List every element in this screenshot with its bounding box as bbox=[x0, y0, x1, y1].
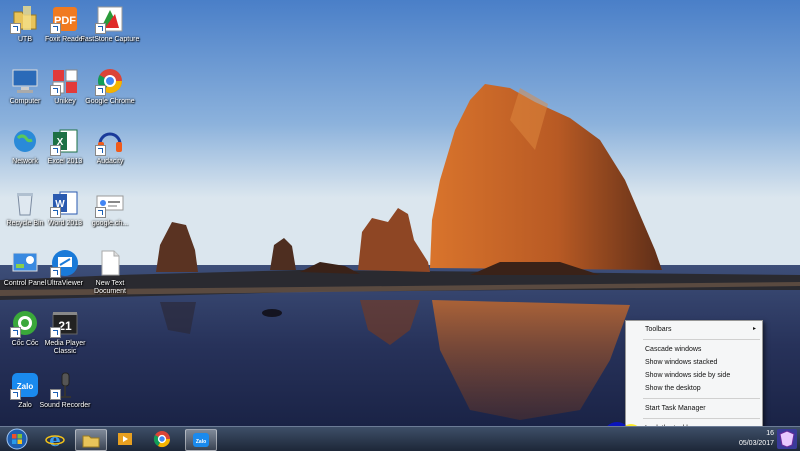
menu-item-label: Toolbars bbox=[645, 326, 672, 333]
submenu-arrow-icon: ▸ bbox=[752, 326, 756, 332]
desktop-icon-audacity[interactable]: Audacity bbox=[80, 126, 140, 166]
desktop-icon-label: New Text Document bbox=[94, 280, 126, 295]
desktop-icon-label: Media Player Classic bbox=[44, 340, 86, 355]
menu-item-label: Show windows stacked bbox=[645, 359, 718, 366]
menu-separator bbox=[643, 398, 760, 399]
shortcut-arrow-icon bbox=[95, 23, 106, 34]
audacity-icon bbox=[95, 126, 125, 156]
desktop-icon-microphone[interactable]: Sound Recorder bbox=[35, 370, 95, 410]
shortcut-arrow-icon bbox=[50, 145, 61, 156]
svg-text:e: e bbox=[49, 430, 60, 449]
taskbar-button-zalo[interactable]: Zalo bbox=[185, 429, 217, 451]
desktop-icon-label: Google Chrome bbox=[85, 98, 135, 105]
menu-item-show-windows-stacked[interactable]: Show windows stacked bbox=[626, 356, 762, 369]
desktop-icon-faststone-capture[interactable]: FastStone Capture bbox=[80, 4, 140, 44]
chrome-icon bbox=[95, 66, 125, 96]
desktop-icon-webpage-shortcut[interactable]: google.ch... bbox=[80, 188, 140, 228]
desktop[interactable]: UTB PDF Foxit Reader FastStone Capture Compu… bbox=[0, 0, 800, 450]
shortcut-arrow-icon bbox=[50, 267, 61, 278]
menu-item-label: Show the desktop bbox=[645, 385, 701, 392]
menu-item-start-task-manager[interactable]: Start Task Manager bbox=[626, 402, 762, 415]
desktop-icon-label: Sound Recorder bbox=[39, 402, 91, 409]
taskbar[interactable]: e Zalo 16 05/03/2017 bbox=[0, 426, 800, 451]
taskbar-button-media-player[interactable] bbox=[110, 429, 140, 449]
webpage-shortcut-icon bbox=[95, 188, 125, 218]
media-player-icon: 21 bbox=[50, 308, 80, 338]
taskbar-button-chrome[interactable] bbox=[147, 429, 177, 449]
system-clock[interactable]: 16 05/03/2017 bbox=[739, 429, 774, 449]
taskbar-button-internet-explorer[interactable]: e bbox=[40, 429, 70, 449]
menu-item-label: Show windows side by side bbox=[645, 372, 731, 379]
menu-item-label: Cascade windows bbox=[645, 346, 702, 353]
shortcut-arrow-icon bbox=[50, 23, 61, 34]
ultraviewer-icon bbox=[50, 248, 80, 278]
shortcut-arrow-icon bbox=[50, 85, 61, 96]
menu-separator bbox=[643, 418, 760, 419]
svg-text:Zalo: Zalo bbox=[196, 439, 206, 445]
desktop-icon-text-document[interactable]: New Text Document bbox=[80, 248, 140, 296]
menu-item-cascade-windows[interactable]: Cascade windows bbox=[626, 343, 762, 356]
shortcut-arrow-icon bbox=[50, 327, 61, 338]
shortcut-arrow-icon bbox=[95, 207, 106, 218]
microphone-icon bbox=[50, 370, 80, 400]
tray-app-icon[interactable] bbox=[777, 429, 797, 449]
shortcut-arrow-icon bbox=[50, 207, 61, 218]
shortcut-arrow-icon bbox=[10, 327, 21, 338]
excel-icon: X bbox=[50, 126, 80, 156]
clock-time: 16 bbox=[766, 430, 774, 437]
shortcut-arrow-icon bbox=[95, 145, 106, 156]
shortcut-arrow-icon bbox=[95, 85, 106, 96]
clock-date: 05/03/2017 bbox=[738, 440, 774, 447]
menu-item-show-the-desktop[interactable]: Show the desktop bbox=[626, 382, 762, 395]
menu-separator bbox=[643, 339, 760, 340]
shortcut-arrow-icon bbox=[10, 389, 21, 400]
word-icon: W bbox=[50, 188, 80, 218]
windows-logo-icon bbox=[6, 428, 28, 450]
desktop-icon-media-player[interactable]: 21 Media Player Classic bbox=[35, 308, 95, 356]
taskbar-button-file-explorer[interactable] bbox=[75, 429, 107, 451]
desktop-icon-chrome[interactable]: Google Chrome bbox=[80, 66, 140, 106]
desktop-icon-label: FastStone Capture bbox=[80, 36, 140, 43]
faststone-capture-icon bbox=[95, 4, 125, 34]
menu-item-toolbars[interactable]: Toolbars ▸ bbox=[626, 323, 762, 336]
desktop-icon-label: Audacity bbox=[96, 158, 124, 165]
text-document-icon bbox=[95, 248, 125, 278]
unikey-icon bbox=[50, 66, 80, 96]
desktop-icon-label: google.ch... bbox=[91, 220, 129, 227]
menu-item-label: Start Task Manager bbox=[645, 405, 706, 412]
start-button[interactable] bbox=[4, 427, 30, 451]
shortcut-arrow-icon bbox=[50, 389, 61, 400]
shortcut-arrow-icon bbox=[10, 23, 21, 34]
menu-item-show-windows-side-by-side[interactable]: Show windows side by side bbox=[626, 369, 762, 382]
pdf-reader-icon: PDF bbox=[50, 4, 80, 34]
